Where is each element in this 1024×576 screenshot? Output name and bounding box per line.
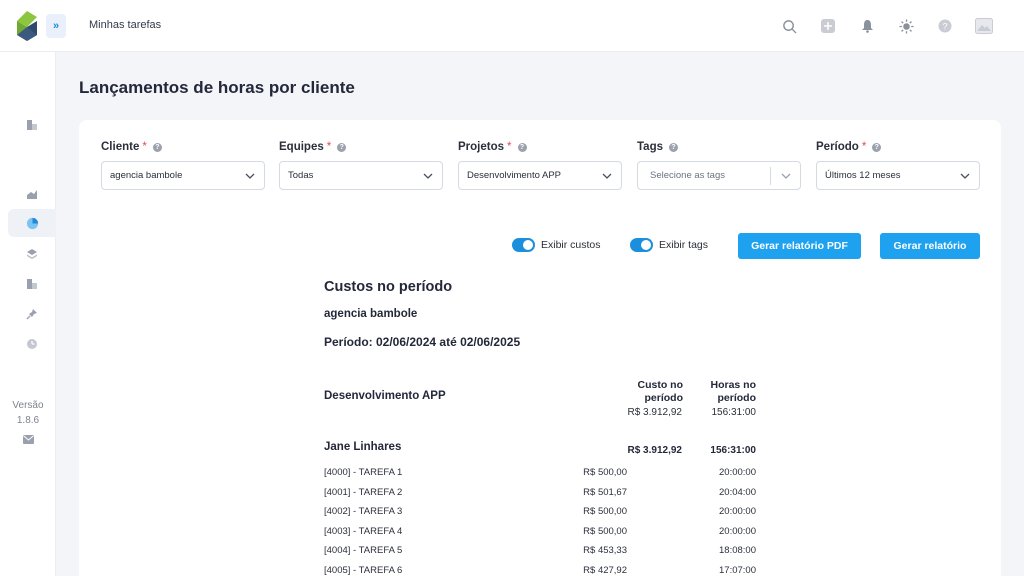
pie-chart-icon (26, 217, 38, 229)
task-name: [4005] - TAREFA 6 (324, 564, 403, 576)
project-hours: 156:31:00 (711, 407, 757, 418)
show-tags-label: Exibir tags (659, 239, 709, 251)
task-cost: R$ 500,00 (583, 467, 627, 478)
task-cost: R$ 501,67 (583, 486, 627, 498)
task-name: [4003] - TAREFA 4 (324, 525, 403, 537)
table-row: [4001] - TAREFA 2 R$ 501,67 20:04:00 (324, 487, 756, 507)
chevron-down-icon (245, 173, 255, 179)
sidebar-item-pinned[interactable] (8, 300, 56, 328)
layers-icon (27, 249, 37, 259)
task-hours: 17:07:00 (719, 564, 756, 576)
task-cost: R$ 453,33 (583, 545, 627, 556)
hours-column-header: Horas no período (710, 379, 756, 404)
app-logo[interactable] (13, 9, 41, 43)
chevrons-right-icon: » (52, 20, 60, 32)
expand-sidebar-button[interactable]: » (46, 14, 66, 38)
sidebar-item-reports-2[interactable] (8, 270, 56, 298)
task-name: [4002] - TAREFA 3 (324, 506, 403, 517)
report-card: Cliente *? agencia bambole Equipes *? Toda… (79, 120, 1001, 576)
show-tags-toggle[interactable] (630, 238, 653, 252)
report-period: Período: 02/06/2024 até 02/06/2025 (324, 335, 521, 349)
info-icon[interactable]: ? (872, 142, 882, 152)
svg-text:?: ? (942, 22, 947, 32)
sidebar-item-reports[interactable] (8, 111, 56, 139)
task-name: [4004] - TAREFA 5 (324, 545, 403, 556)
person-hours: 156:31:00 (710, 445, 756, 456)
pin-icon (26, 309, 37, 320)
sidebar: Versão 1.8.6 (0, 52, 56, 576)
search-icon[interactable] (779, 16, 799, 36)
report-project: Desenvolvimento APP (324, 390, 446, 402)
chevron-down-icon (781, 173, 791, 179)
table-row: [4005] - TAREFA 6 R$ 427,92 17:07:00 (324, 565, 756, 576)
show-costs-toggle-group: Exibir custos (512, 238, 601, 252)
table-row: [4004] - TAREFA 5 R$ 453,33 18:08:00 (324, 545, 756, 565)
task-cost: R$ 500,00 (583, 525, 627, 537)
info-icon[interactable]: ? (337, 142, 347, 152)
clock-icon (27, 339, 37, 349)
projetos-select[interactable]: Desenvolvimento APP (458, 161, 622, 190)
sidebar-item-timesheet[interactable] (8, 330, 56, 358)
projetos-label: Projetos *? (458, 141, 527, 153)
header-actions: ? (779, 16, 994, 36)
task-hours: 20:00:00 (719, 467, 756, 478)
sidebar-item-client-hours[interactable] (8, 209, 56, 237)
info-icon[interactable]: ? (152, 142, 162, 152)
cliente-label: Cliente *? (101, 141, 162, 153)
chart-icon (27, 190, 37, 199)
cliente-select[interactable]: agencia bambole (101, 161, 265, 190)
periodo-label: Período *? (816, 141, 882, 153)
task-hours: 20:00:00 (719, 525, 756, 537)
version-label: Versão (12, 400, 44, 411)
chevron-down-icon (602, 173, 612, 179)
page-title: Lançamentos de horas por cliente (79, 78, 355, 97)
report-client: agencia bambole (324, 308, 418, 320)
tags-select[interactable]: Selecione as tags (637, 161, 801, 190)
task-hours: 18:08:00 (719, 545, 756, 556)
periodo-select[interactable]: Últimos 12 meses (816, 161, 980, 190)
sidebar-item-layers[interactable] (8, 240, 56, 268)
table-row: [4003] - TAREFA 4 R$ 500,00 20:00:00 (324, 526, 756, 546)
chevron-down-icon (423, 173, 433, 179)
task-cost: R$ 427,92 (583, 564, 627, 576)
generate-report-button[interactable]: Gerar relatório (880, 233, 980, 259)
table-row: [4002] - TAREFA 3 R$ 500,00 20:00:00 (324, 506, 756, 526)
info-icon[interactable]: ? (669, 142, 678, 152)
project-cost: R$ 3.912,92 (627, 407, 683, 418)
task-hours: 20:04:00 (719, 486, 756, 498)
equipes-label: Equipes *? (279, 141, 347, 153)
generate-pdf-button[interactable]: Gerar relatório PDF (738, 233, 861, 259)
show-costs-toggle[interactable] (512, 238, 535, 252)
report-title: Custos no período (324, 279, 453, 295)
sidebar-item-charts[interactable] (8, 180, 56, 208)
cost-column-header: Custo no período (637, 379, 684, 404)
top-bar: » Minhas tarefas ? (0, 0, 1024, 52)
divider (770, 167, 771, 185)
tags-label: Tags? (637, 141, 678, 153)
equipes-select[interactable]: Todas (279, 161, 443, 190)
task-name: [4000] - TAREFA 1 (324, 467, 403, 478)
mail-icon (22, 434, 34, 444)
task-hours: 20:00:00 (719, 506, 756, 517)
chevron-down-icon (960, 173, 970, 179)
task-cost: R$ 500,00 (583, 506, 627, 517)
table-row: [4000] - TAREFA 1 R$ 500,00 20:00:00 (324, 467, 756, 487)
person-cost: R$ 3.912,92 (627, 445, 683, 456)
add-icon[interactable] (818, 16, 838, 36)
theme-sun-icon[interactable] (896, 16, 916, 36)
help-icon[interactable]: ? (935, 16, 955, 36)
user-avatar-icon[interactable] (974, 16, 994, 36)
show-tags-toggle-group: Exibir tags (630, 238, 708, 252)
info-icon[interactable]: ? (517, 142, 527, 152)
bell-icon[interactable] (857, 16, 877, 36)
report-person: Jane Linhares (324, 441, 402, 453)
breadcrumb[interactable]: Minhas tarefas (89, 19, 161, 31)
contact-button[interactable] (0, 425, 56, 453)
show-costs-label: Exibir custos (541, 239, 601, 251)
report-icon (27, 120, 37, 130)
task-name: [4001] - TAREFA 2 (324, 486, 403, 498)
report-icon (27, 279, 37, 289)
